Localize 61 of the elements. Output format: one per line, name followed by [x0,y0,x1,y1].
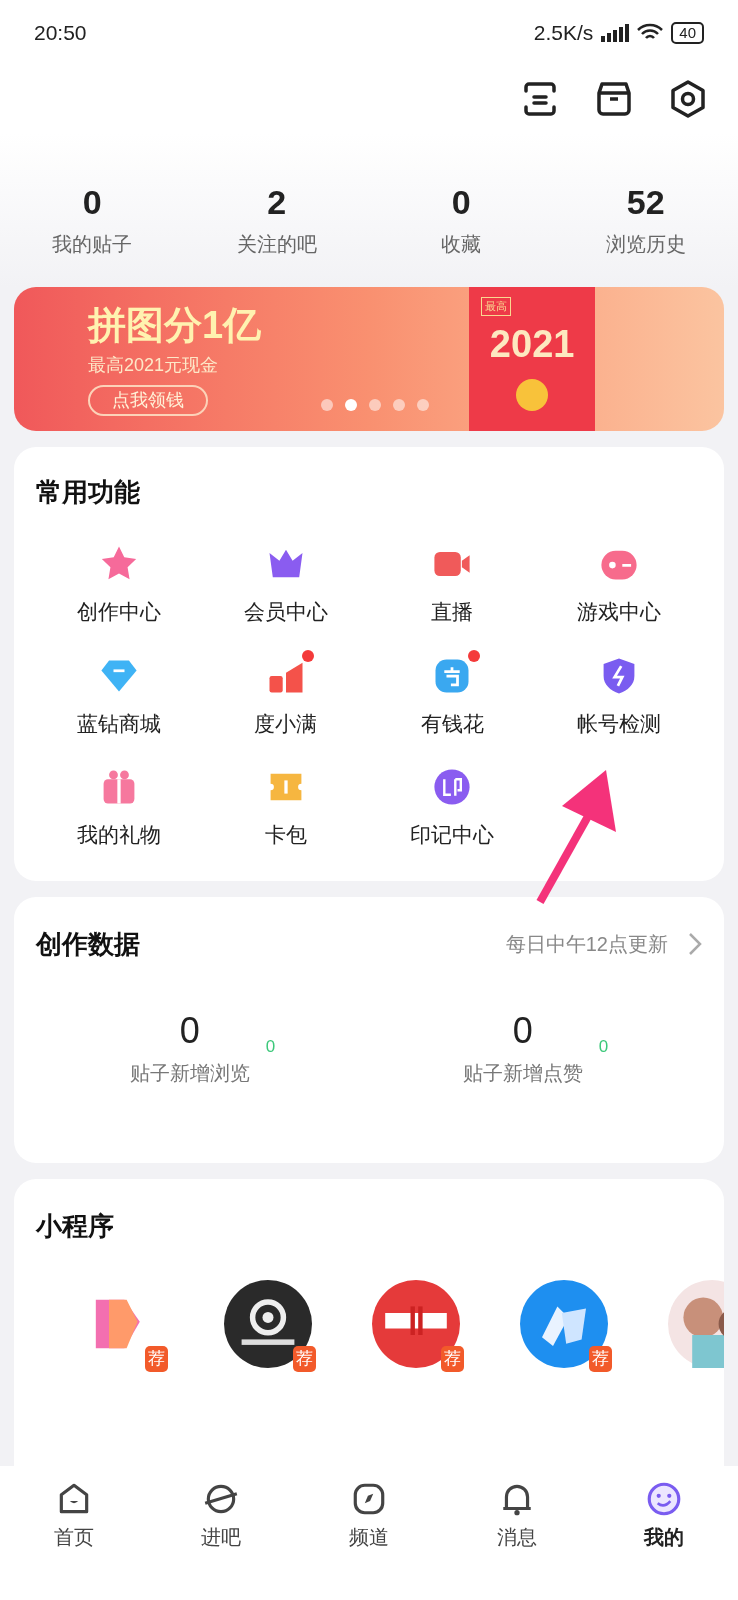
stat-value: 0 [451,185,471,219]
metric-delta: 0 [265,1035,276,1058]
chevron-right-icon[interactable] [688,932,702,956]
function-label: 卡包 [264,822,307,848]
function-item[interactable]: 印记中心 [369,765,536,851]
function-label: 直播 [431,599,474,625]
tab-item[interactable]: 首页 [0,1480,148,1552]
function-item[interactable]: 有钱花 [369,653,536,739]
recommend-badge: 荐 [145,1346,168,1372]
metric-value: 0 [512,1008,533,1053]
stat-value: 2 [267,185,287,219]
metric-label: 贴子新增浏览 [129,1060,250,1086]
recommend-badge: 荐 [589,1346,612,1372]
recommend-badge: 荐 [293,1346,316,1372]
coin-icon [516,378,549,411]
function-label: 我的礼物 [77,822,162,848]
function-label: 会员中心 [243,599,328,625]
stat-value: 52 [626,185,665,219]
function-label: 印记中心 [410,822,495,848]
banner-title: 拼图分1亿 [88,303,262,349]
tab-item[interactable]: 频道 [295,1480,443,1552]
function-item[interactable]: 我的礼物 [36,765,203,851]
function-item[interactable]: 帐号检测 [535,653,702,739]
function-label: 帐号检测 [576,710,661,737]
update-note: 每日中午12点更新 [505,932,668,957]
stat-label[interactable]: 收藏 [441,229,482,259]
function-label: 创作中心 [77,599,162,625]
network-speed: 2.5K/s [533,19,594,46]
metric-label: 贴子新增点赞 [462,1060,583,1086]
signal-icon [601,23,630,42]
stat-label[interactable]: 浏览历史 [605,229,686,259]
banner-subtitle: 最高2021元现金 [88,353,220,377]
function-label: 蓝钻商城 [77,710,162,737]
settings-icon[interactable] [668,79,708,119]
metric-delta: 0 [598,1035,609,1058]
function-item[interactable]: 度小满 [202,653,369,739]
section-title: 常用功能 [36,477,140,507]
tab-item[interactable]: 消息 [442,1480,591,1552]
recommend-badge: 荐 [441,1346,464,1372]
battery-indicator: 40 [671,21,704,44]
section-title: 创作数据 [36,927,140,961]
function-label: 度小满 [254,710,318,737]
tab-item[interactable]: 我的 [590,1480,738,1552]
status-time: 20:50 [34,19,87,46]
stat-label[interactable]: 关注的吧 [236,229,317,259]
function-item[interactable]: 卡包 [202,765,369,851]
function-item[interactable]: 创作中心 [36,542,203,628]
section-title: 小程序 [36,1210,114,1241]
function-item[interactable]: 会员中心 [202,542,369,628]
function-item[interactable]: 游戏中心 [535,542,702,628]
tab-item[interactable]: 进吧 [147,1480,296,1552]
function-item[interactable]: 蓝钻商城 [36,653,203,739]
function-item[interactable]: 直播 [369,542,536,628]
box-icon[interactable] [594,79,634,119]
envelope-amount: 2021 [489,321,575,367]
envelope-tag: 最高 [481,297,512,316]
function-label: 游戏中心 [576,599,661,625]
stat-value: 0 [82,185,102,219]
stat-label[interactable]: 我的贴子 [52,229,133,259]
function-label: 有钱花 [420,710,484,737]
metric-value: 0 [179,1008,200,1053]
